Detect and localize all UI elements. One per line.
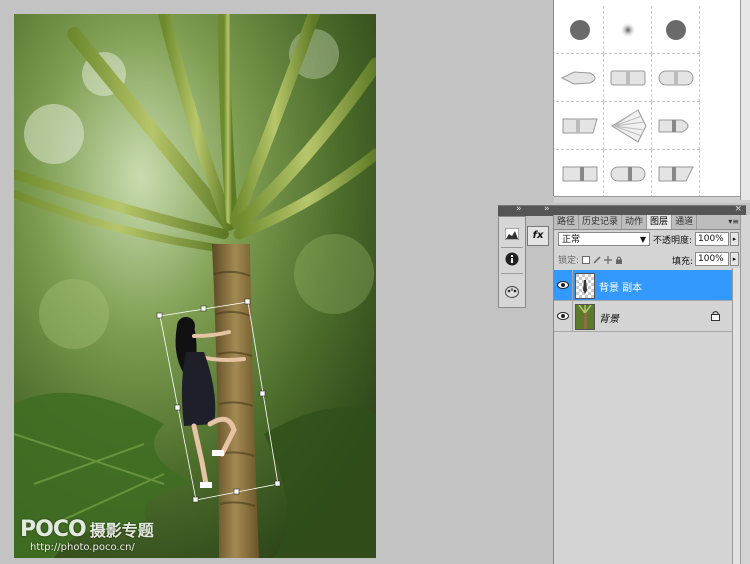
fill-input[interactable]: 100% (695, 252, 729, 266)
brush-tip-icon (560, 70, 595, 85)
watermark: POCO 摄影专题 (20, 517, 154, 542)
lock-image-icon[interactable] (593, 255, 601, 264)
tab-actions[interactable]: 动作 (622, 215, 648, 229)
layer-name[interactable]: 背景 (599, 310, 619, 325)
separator (572, 270, 573, 300)
fill-label: 填充: (672, 257, 694, 267)
brush-tip-icon (658, 166, 694, 181)
brush-tip-icon (610, 70, 645, 85)
layer-thumbnail[interactable] (575, 273, 595, 299)
panel-tabs: 路径 历史记录 动作 图层 通道 (554, 215, 741, 230)
brush-soft-round[interactable] (604, 6, 652, 54)
fill-slider-button[interactable]: ▸ (730, 252, 739, 266)
photo (14, 14, 376, 558)
lock-options: 锁定: (558, 253, 623, 266)
collapsed-panels-column (498, 216, 526, 308)
opacity-label: 不透明度: (653, 236, 693, 246)
brush-hard-round-2[interactable] (652, 6, 700, 54)
layer-row-background-copy[interactable]: 背景 副本 (554, 270, 732, 301)
collapse-chevron-icon[interactable]: » (544, 204, 550, 214)
separator (501, 273, 523, 274)
brush-tip-angled[interactable] (556, 102, 604, 150)
watermark-title: 摄影专题 (89, 521, 154, 540)
tab-history[interactable]: 历史记录 (579, 215, 623, 229)
layer-row-background[interactable]: 背景 (554, 301, 732, 332)
palette-icon[interactable] (503, 283, 520, 300)
layers-panel: 路径 历史记录 动作 图层 通道 ▾≡ 正常 ▼ 不透明度: 100% ▸ 锁定… (553, 215, 742, 564)
brush-tip-flat-2[interactable] (556, 150, 604, 198)
tab-channels[interactable]: 通道 (672, 215, 698, 229)
brush-panel-footer (554, 196, 750, 203)
document-canvas[interactable] (14, 14, 376, 558)
close-icon[interactable]: × (734, 204, 742, 214)
brush-tip-pointed[interactable] (556, 54, 604, 102)
opacity-slider-button[interactable]: ▸ (730, 232, 739, 246)
brush-hard-round-icon (569, 19, 590, 40)
chevron-down-icon: ▼ (639, 235, 646, 244)
opacity-input[interactable]: 100% (695, 232, 729, 246)
brush-tip-round-end[interactable] (652, 54, 700, 102)
layer-name[interactable]: 背景 副本 (599, 279, 642, 294)
separator (501, 247, 523, 248)
blend-mode-value: 正常 (562, 235, 581, 245)
separator (572, 301, 573, 331)
brush-tip-icon (562, 118, 598, 133)
lock-all-icon[interactable] (615, 256, 623, 264)
lock-transparent-icon[interactable] (582, 255, 591, 264)
watermark-url: http://photo.poco.cn/ (30, 542, 135, 553)
brush-tip-fan[interactable] (604, 102, 652, 150)
lock-position-icon[interactable] (604, 255, 613, 264)
info-icon[interactable] (503, 250, 520, 267)
brush-tip-icon (658, 70, 693, 85)
lock-label: 锁定: (558, 256, 580, 266)
collapse-chevron-icon[interactable]: » (516, 204, 522, 214)
brush-tip-filbert[interactable] (652, 102, 700, 150)
brush-fan-icon (610, 108, 647, 143)
layer-thumbnail[interactable] (575, 304, 595, 330)
brush-panel-scrollbar[interactable] (740, 0, 750, 200)
brush-tip-icon (658, 119, 688, 132)
brush-soft-round-icon (619, 21, 636, 38)
brush-tip-icon (610, 166, 645, 181)
eye-icon[interactable] (557, 310, 569, 322)
blend-mode-select[interactable]: 正常 ▼ (558, 232, 650, 246)
histogram-icon[interactable] (503, 225, 520, 242)
tab-layers[interactable]: 图层 (647, 215, 673, 229)
eye-icon[interactable] (557, 279, 569, 291)
watermark-logo: POCO (20, 517, 87, 542)
panel-menu-icon[interactable]: ▾≡ (728, 215, 739, 229)
brush-tip-icon (562, 166, 597, 181)
brush-hard-round[interactable] (556, 6, 604, 54)
brush-tip-flat[interactable] (604, 54, 652, 102)
brush-grid (556, 6, 700, 198)
brush-tip-round-2[interactable] (604, 150, 652, 198)
lock-icon (711, 311, 720, 321)
dock-right-edge (740, 215, 750, 564)
brush-presets-panel (553, 0, 750, 203)
layer-style-button[interactable]: fx (527, 226, 549, 246)
brush-hard-round-icon (665, 19, 686, 40)
brush-tip-angled-2[interactable] (652, 150, 700, 198)
tab-paths[interactable]: 路径 (554, 215, 580, 229)
